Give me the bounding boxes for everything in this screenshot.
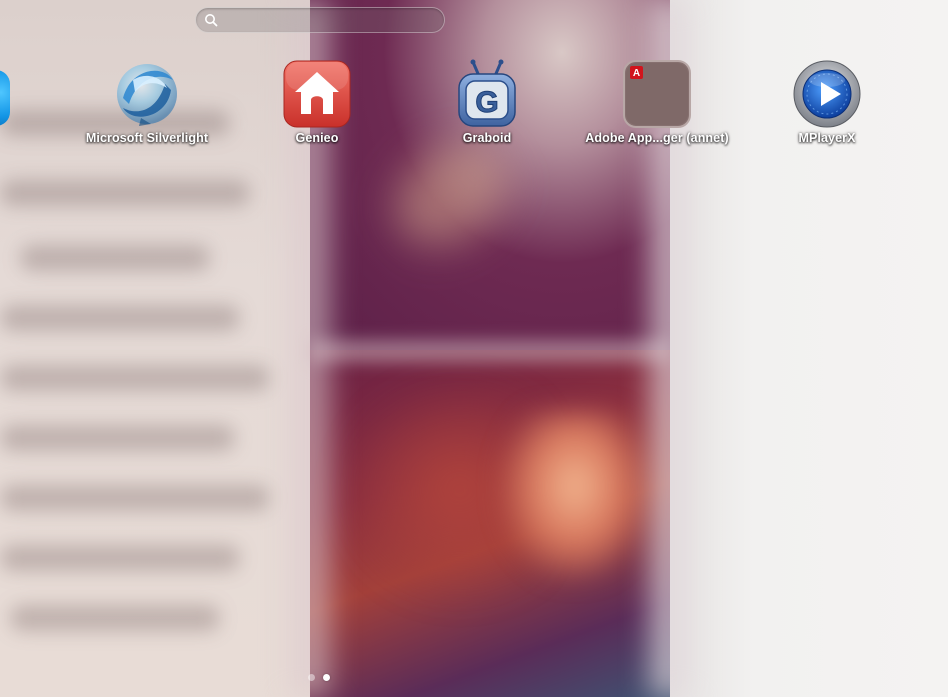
app-label: Adobe App...ger (annet) — [585, 131, 729, 145]
graboid-tv-icon: G — [451, 58, 523, 130]
svg-text:A: A — [633, 68, 640, 79]
page-dot-1[interactable] — [308, 674, 315, 681]
launchpad-screen: Microsoft Silverlight Genieo G Graboid A… — [0, 0, 948, 697]
wallpaper-divider — [310, 340, 670, 362]
adobe-folder-icon: A — [621, 58, 693, 130]
svg-text:G: G — [475, 86, 498, 119]
app-label: Microsoft Silverlight — [85, 131, 209, 145]
app-microsoft-silverlight[interactable]: Microsoft Silverlight — [67, 56, 227, 156]
app-graboid[interactable]: G Graboid — [407, 56, 567, 156]
wallpaper-photo-top — [310, 0, 670, 350]
app-label: MPlayerX — [798, 131, 856, 145]
app-label: Genieo — [295, 131, 339, 145]
page-dot-2-current[interactable] — [323, 674, 330, 681]
search-field[interactable] — [195, 7, 445, 33]
app-genieo[interactable]: Genieo — [237, 56, 397, 156]
app-adobe-application-manager[interactable]: A Adobe App...ger (annet) — [577, 56, 737, 156]
app-mplayerx[interactable]: MPlayerX — [747, 56, 907, 156]
wallpaper-photo-bottom — [310, 350, 670, 697]
page-indicator — [306, 674, 336, 684]
genieo-house-icon — [281, 58, 353, 130]
partial-app-icon[interactable] — [0, 70, 10, 126]
search-icon — [205, 14, 218, 27]
search-input[interactable] — [222, 11, 436, 31]
app-label: Graboid — [462, 131, 512, 145]
mplayerx-play-icon — [791, 58, 863, 130]
silverlight-icon — [111, 58, 183, 130]
